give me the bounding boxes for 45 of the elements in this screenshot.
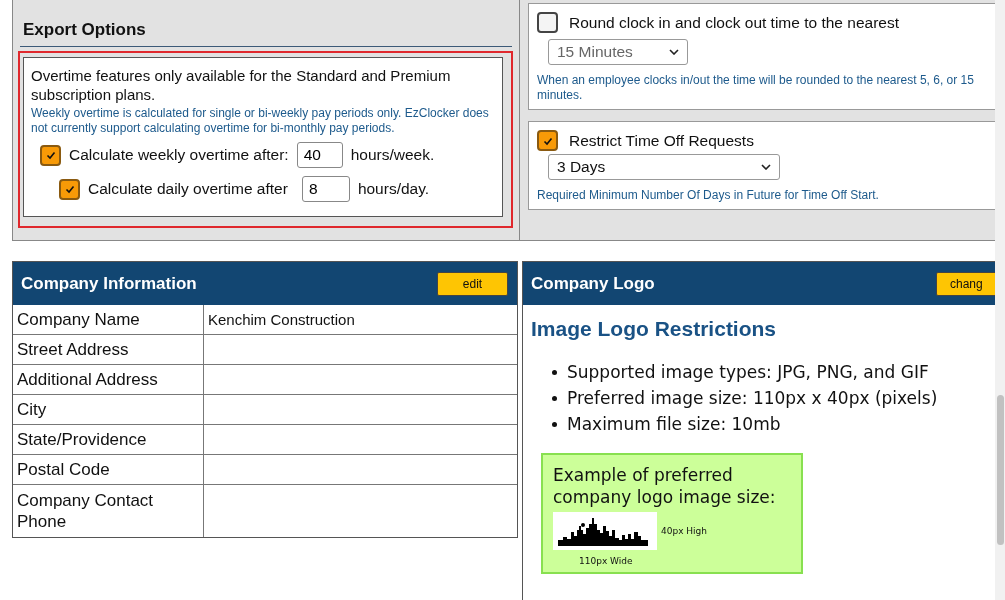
- checkmark-icon: [44, 149, 57, 161]
- help-text: When an employee clocks in/out the time will be rounded to the nearest 5, 6, or 15 minutes.: [537, 73, 975, 103]
- field-value: Kenchim Construction: [203, 305, 517, 335]
- chevron-icon: [669, 49, 679, 55]
- help-text: Weekly overtime is calculated for single or bi-weekly pay periods only. EzClocker does not currently support calculating overtime for bi-monthly pay periods.: [31, 106, 490, 136]
- bullet-icon: [552, 369, 557, 375]
- unit-label: hours/day.: [357, 180, 430, 198]
- edit-button[interactable]: edit: [437, 271, 508, 296]
- bullet-icon: [552, 421, 557, 427]
- card-title: Company Logo: [531, 273, 655, 294]
- card-title: Company Information: [21, 273, 197, 294]
- example-caption: Example of preferred company logo image size:: [553, 464, 777, 508]
- bullet-icon: [552, 395, 557, 401]
- checkbox[interactable]: [59, 178, 80, 200]
- hours-input[interactable]: 40: [296, 142, 343, 168]
- option-label: Calculate daily overtime after: [88, 180, 288, 198]
- option-label: Calculate weekly overtime after:: [69, 146, 289, 164]
- setting-label: Round clock in and clock out time to the nearest: [569, 13, 899, 32]
- width-label: 110px Wide: [579, 556, 634, 566]
- field-label: Company Name: [13, 305, 204, 335]
- field-label: City: [13, 394, 204, 425]
- help-text: Required Minimum Number Of Days in Future for Time Off Start.: [537, 188, 880, 203]
- restriction-item: Supported image types: JPG, PNG, and GIF: [567, 361, 929, 384]
- field-label: Company Contact Phone: [13, 484, 204, 537]
- unit-label: hours/week.: [350, 146, 435, 164]
- change-button[interactable]: chang: [936, 271, 995, 296]
- scrollbar-thumb[interactable]: [997, 395, 1004, 545]
- height-label: 40px High: [661, 526, 708, 536]
- field-label: Street Address: [13, 334, 204, 365]
- dropdown[interactable]: 3 Days: [548, 154, 780, 180]
- hours-input[interactable]: 8: [301, 176, 350, 202]
- chevron-icon: [761, 164, 771, 170]
- restriction-item: Preferred image size: 110px x 40px (pixels): [567, 387, 938, 410]
- setting-label: Restrict Time Off Requests: [569, 131, 754, 150]
- field-label: State/Providence: [13, 424, 204, 455]
- scrollbar[interactable]: [995, 0, 1005, 600]
- section-title: Export Options: [20, 18, 512, 47]
- restriction-item: Maximum file size: 10mb: [567, 413, 781, 436]
- checkbox[interactable]: [537, 130, 558, 151]
- checkbox[interactable]: [40, 144, 61, 166]
- notice-text: Overtime features only available for the Standard and Premium subscription plans.: [31, 66, 452, 104]
- checkmark-icon: [63, 183, 76, 195]
- field-label: Postal Code: [13, 454, 204, 485]
- restrictions-heading: Image Logo Restrictions: [531, 317, 778, 341]
- field-label: Additional Address: [13, 364, 204, 395]
